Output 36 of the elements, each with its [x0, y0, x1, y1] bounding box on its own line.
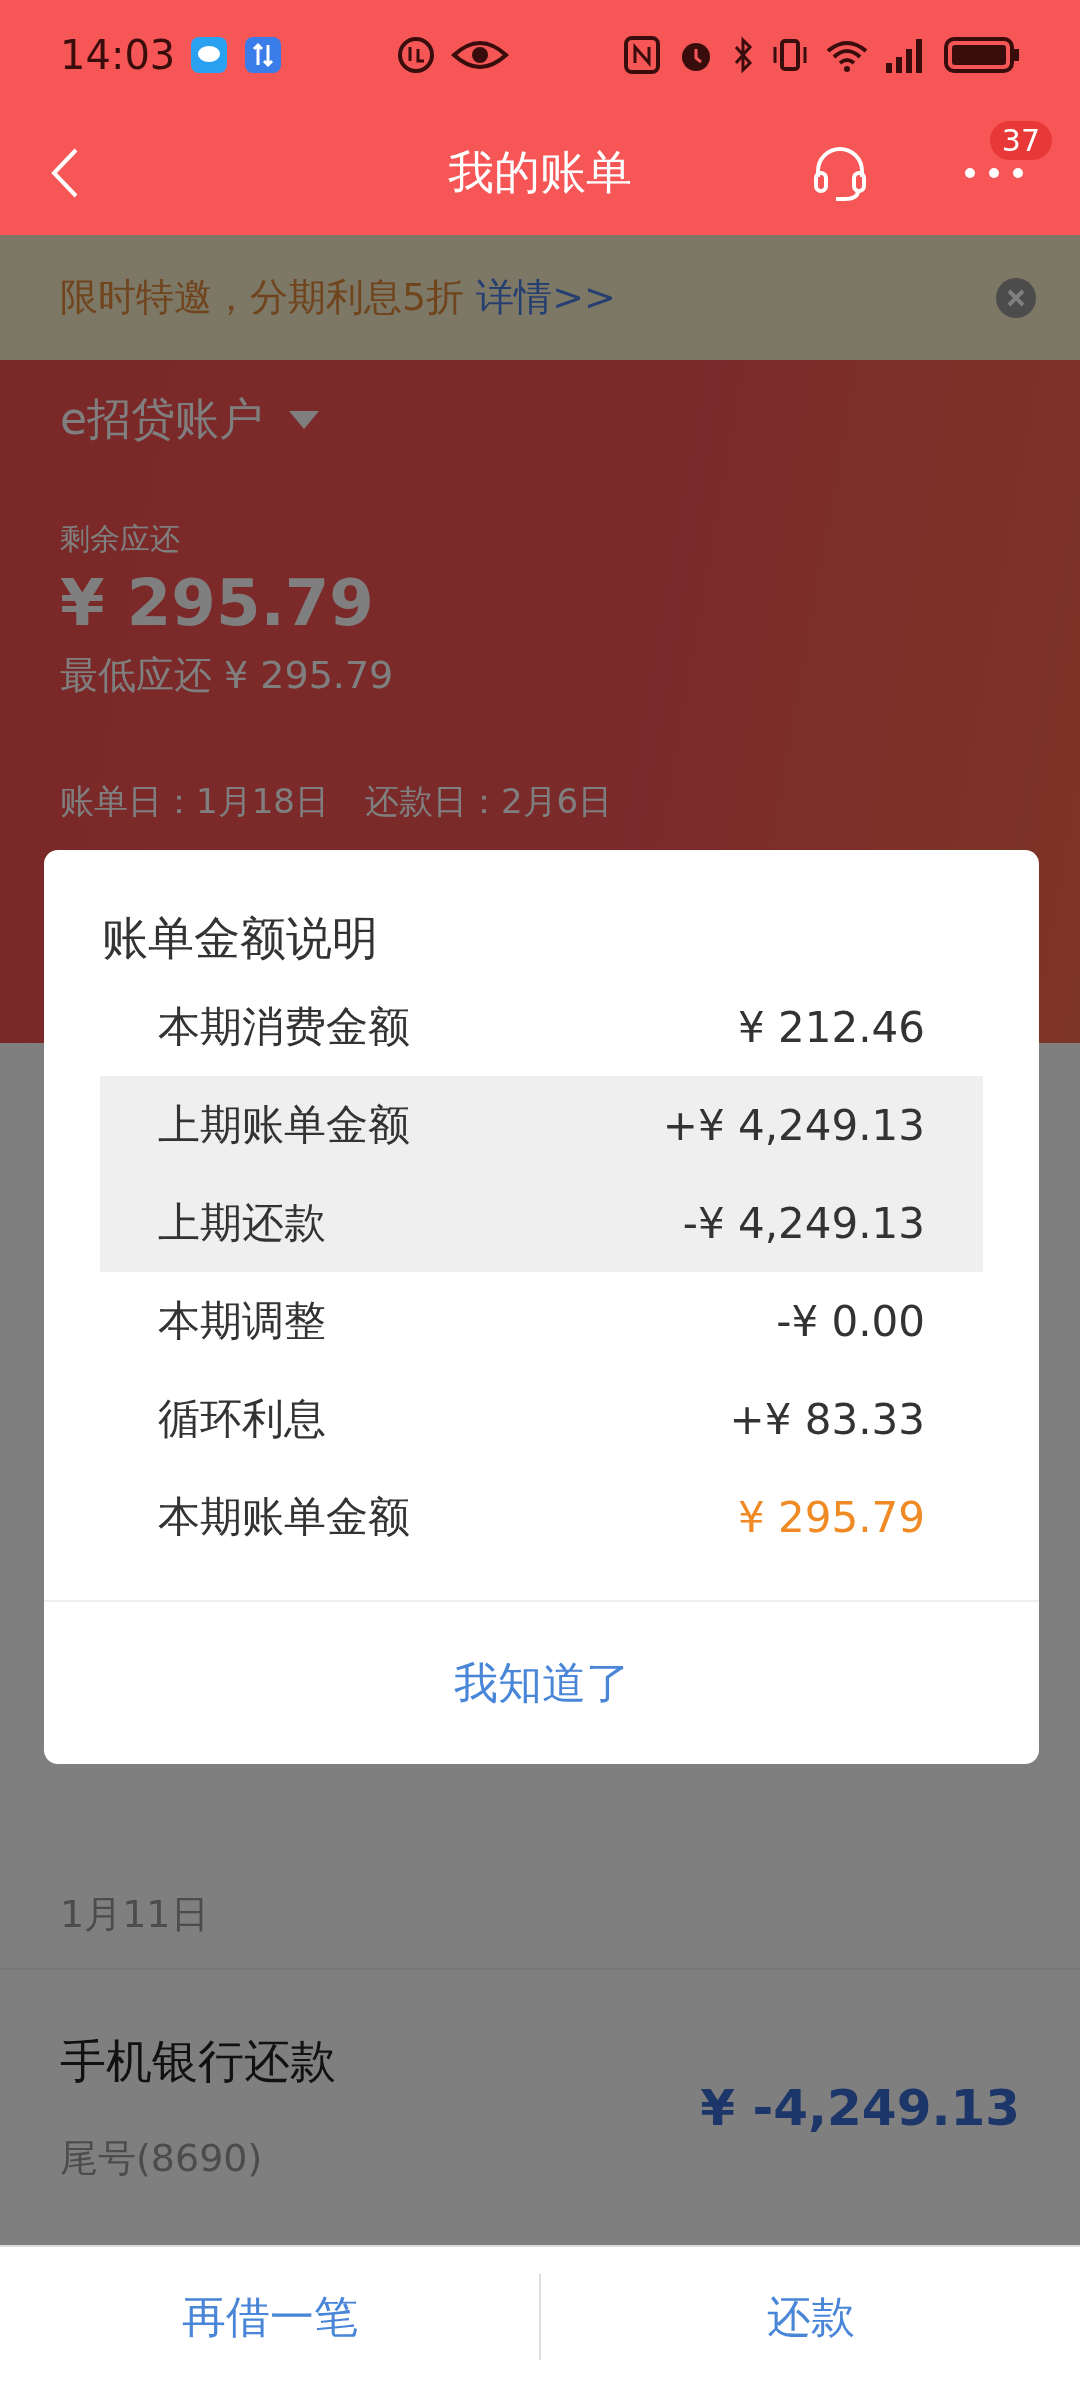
amount-label: 本期消费金额: [158, 1001, 410, 1053]
amount-label: 本期调整: [158, 1295, 326, 1347]
amount-value: -¥ 4,249.13: [682, 1198, 925, 1248]
promo-text: 限时特邀，分期利息5折: [60, 274, 465, 321]
repay-button[interactable]: 还款: [541, 2247, 1080, 2387]
amount-label: 循环利息: [158, 1393, 326, 1445]
bill-day: 账单日：1月18日: [60, 779, 329, 825]
message-app-icon: [189, 35, 230, 75]
close-icon[interactable]: [996, 277, 1036, 318]
details-link[interactable]: 详情>>: [476, 272, 616, 323]
more-icon: [964, 166, 1024, 179]
confirm-button[interactable]: 我知道了: [44, 1600, 1039, 1764]
page-title: 我的账单: [447, 143, 633, 201]
minimum-payment: 最低应还 ¥ 295.79: [60, 652, 395, 699]
record-amount: ¥ -4,249.13: [700, 2078, 1020, 2137]
amount-label: 上期还款: [158, 1197, 326, 1249]
nfc-icon: [622, 35, 662, 75]
dialog-title: 账单金额说明: [101, 910, 379, 967]
amount-label: 本期账单金额: [158, 1491, 410, 1543]
amount-value: ¥ 295.79: [737, 1492, 925, 1542]
amount-value: -¥ 0.00: [776, 1296, 925, 1346]
amount-value: +¥ 4,249.13: [662, 1100, 925, 1150]
account-selector[interactable]: e招贷账户: [60, 390, 320, 449]
borrow-button[interactable]: 再借一笔: [0, 2247, 539, 2387]
battery-icon: [944, 35, 1020, 75]
remaining-label: 剩余应还: [60, 520, 181, 558]
data-transfer-icon: [243, 35, 284, 75]
amount-value: +¥ 83.33: [729, 1394, 925, 1444]
record-title: 手机银行还款: [60, 2033, 337, 2090]
notification-badge: 37: [989, 120, 1052, 160]
amount-value: ¥ 212.46: [737, 1002, 925, 1052]
status-time: 14:03: [60, 32, 176, 78]
amount-label: 上期账单金额: [158, 1099, 410, 1151]
dropdown-arrow-icon: [289, 410, 320, 429]
remaining-amount: ¥ 295.79: [60, 566, 375, 640]
due-day: 还款日：2月6日: [364, 779, 613, 825]
